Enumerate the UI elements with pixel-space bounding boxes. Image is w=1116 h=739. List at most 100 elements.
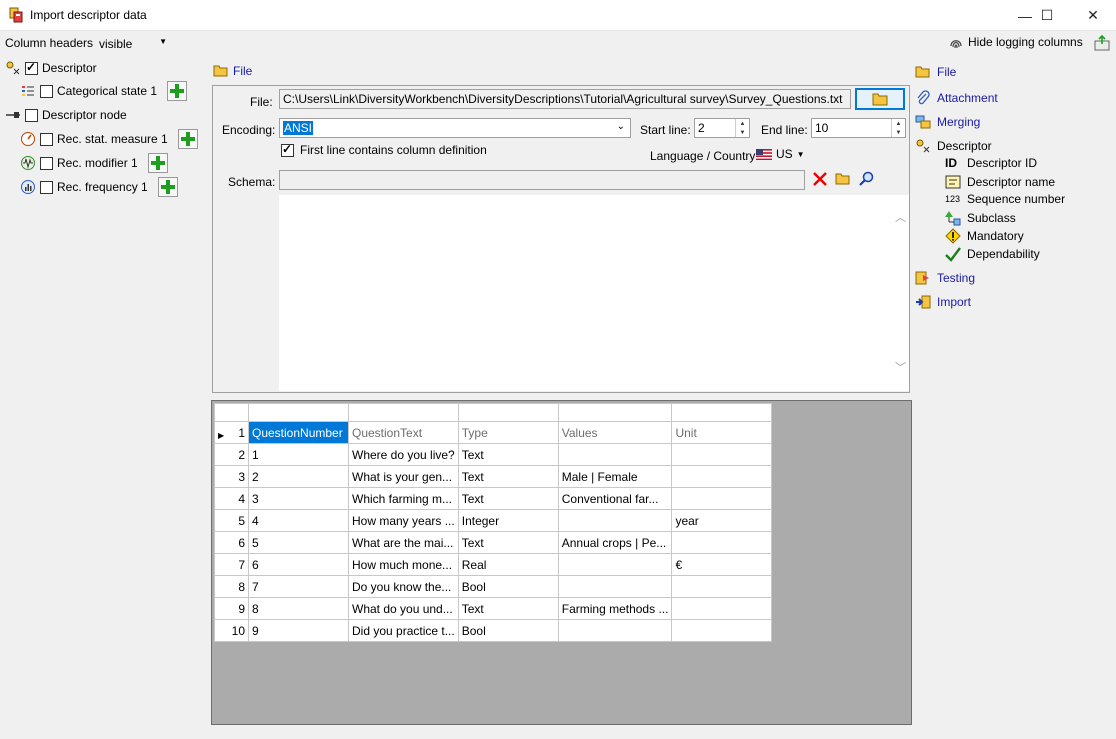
grid-cell[interactable]: 4	[248, 509, 349, 532]
rec-frequency-checkbox[interactable]	[40, 180, 53, 194]
grid-cell[interactable]	[671, 531, 773, 554]
categorical-state-checkbox[interactable]	[40, 84, 53, 98]
data-grid[interactable]: ▶ 1 QuestionNumber QuestionText Type Val…	[214, 403, 773, 642]
grid-cell[interactable]: 8	[248, 597, 349, 620]
descriptor-node-checkbox[interactable]	[25, 108, 38, 122]
close-button[interactable]: ✕	[1070, 0, 1116, 31]
grid-cell-header[interactable]: Values	[557, 421, 673, 444]
nav-testing[interactable]: Testing	[915, 270, 975, 286]
grid-cell[interactable]: Annual crops | Pe...	[557, 531, 673, 554]
table-row[interactable]: 9 8 What do you und... Text Farming methods …	[214, 597, 773, 620]
grid-cell[interactable]: Text	[457, 487, 559, 510]
add-categorical-state-button[interactable]	[167, 81, 188, 101]
grid-cell[interactable]	[671, 443, 773, 466]
tree-item-rec-modifier[interactable]: Rec. modifier 1	[20, 152, 168, 174]
nav-import[interactable]: Import	[915, 294, 971, 310]
grid-cell[interactable]: €	[671, 553, 773, 576]
file-section-header[interactable]: File	[213, 63, 252, 79]
tree-item-categorical-state[interactable]: Categorical state 1	[20, 80, 188, 102]
row-header[interactable]: 6	[214, 531, 249, 554]
schema-scrollbar[interactable]: ︿ ﹀	[892, 195, 909, 391]
grid-cell[interactable]	[557, 509, 673, 532]
grid-cell[interactable]	[557, 619, 673, 642]
browse-file-button[interactable]	[855, 88, 905, 110]
nav-sequence-number[interactable]: 123 Sequence number	[945, 192, 1065, 206]
tree-item-descriptor-node[interactable]: Descriptor node	[5, 104, 127, 126]
descriptor-checkbox[interactable]	[25, 60, 38, 75]
start-line-stepper[interactable]: 2 ▲ ▼	[694, 118, 750, 138]
table-row[interactable]: 3 2 What is your gen... Text Male | Female	[214, 465, 773, 488]
grid-cell[interactable]: Male | Female	[557, 465, 673, 488]
nav-file[interactable]: File	[915, 64, 956, 80]
grid-cell[interactable]: What are the mai...	[348, 531, 459, 554]
row-header[interactable]: 8	[214, 575, 249, 598]
row-header[interactable]: 2	[214, 443, 249, 466]
grid-cell-header[interactable]: QuestionNumber	[248, 421, 349, 444]
rec-modifier-checkbox[interactable]	[40, 156, 53, 170]
grid-cell[interactable]: Text	[457, 531, 559, 554]
nav-descriptor-id[interactable]: ID Descriptor ID	[945, 156, 1037, 170]
open-schema-icon[interactable]	[835, 171, 851, 187]
grid-cell[interactable]	[671, 575, 773, 598]
grid-cell[interactable]	[671, 465, 773, 488]
table-row[interactable]: 6 5 What are the mai... Text Annual crops | …	[214, 531, 773, 554]
end-line-spin[interactable]: ▲ ▼	[891, 119, 905, 137]
scroll-down-icon[interactable]: ﹀	[895, 359, 906, 375]
language-select[interactable]: US ▼	[756, 143, 805, 165]
add-rec-modifier-button[interactable]	[147, 153, 168, 173]
grid-cell[interactable]	[671, 597, 773, 620]
nav-descriptor[interactable]: Descriptor	[915, 138, 992, 154]
table-row[interactable]: 8 7 Do you know the... Bool	[214, 575, 773, 598]
grid-cell[interactable]: Conventional far...	[557, 487, 673, 510]
table-row[interactable]: 10 9 Did you practice t... Bool	[214, 619, 773, 642]
table-row[interactable]: 7 6 How much mone... Real €	[214, 553, 773, 576]
end-line-stepper[interactable]: 10 ▲ ▼	[811, 118, 906, 138]
grid-cell[interactable]	[557, 553, 673, 576]
grid-cell[interactable]: Integer	[457, 509, 559, 532]
file-path-field[interactable]: C:\Users\Link\DiversityWorkbench\Diversi…	[279, 89, 851, 109]
nav-dependability[interactable]: Dependability	[945, 246, 1040, 262]
grid-cell[interactable]	[557, 575, 673, 598]
tree-item-rec-frequency[interactable]: Rec. frequency 1	[20, 176, 178, 198]
add-rec-frequency-button[interactable]	[157, 177, 178, 197]
grid-header-row[interactable]: ▶ 1 QuestionNumber QuestionText Type Val…	[214, 421, 773, 444]
grid-cell[interactable]: 1	[248, 443, 349, 466]
grid-cell[interactable]: 9	[248, 619, 349, 642]
grid-cell-header[interactable]: QuestionText	[348, 421, 459, 444]
column-headers-select[interactable]: visible ▼	[95, 34, 170, 54]
tree-item-rec-stat-measure[interactable]: Rec. stat. measure 1	[20, 128, 198, 150]
row-header[interactable]: 9	[214, 597, 249, 620]
grid-cell[interactable]: Text	[457, 465, 559, 488]
nav-subclass[interactable]: Subclass	[945, 210, 1016, 226]
start-line-spin[interactable]: ▲ ▼	[735, 119, 749, 137]
grid-cell[interactable]: Did you practice t...	[348, 619, 459, 642]
grid-cell-header[interactable]: Type	[457, 421, 559, 444]
grid-cell[interactable]: 7	[248, 575, 349, 598]
grid-cell[interactable]: Bool	[457, 619, 559, 642]
row-header[interactable]: 4	[214, 487, 249, 510]
hide-logging-columns-button[interactable]: Hide logging columns	[948, 34, 1083, 50]
grid-cell[interactable]	[671, 619, 773, 642]
grid-cell[interactable]: Where do you live?	[348, 443, 459, 466]
row-header[interactable]: 7	[214, 553, 249, 576]
grid-cell[interactable]	[557, 443, 673, 466]
grid-cell[interactable]: Which farming m...	[348, 487, 459, 510]
grid-cell-header[interactable]: Unit	[671, 421, 773, 444]
row-header[interactable]: 5	[214, 509, 249, 532]
nav-mandatory[interactable]: Mandatory	[945, 228, 1024, 244]
grid-cell[interactable]	[671, 487, 773, 510]
first-line-option[interactable]: First line contains column definition	[281, 139, 487, 161]
grid-cell[interactable]: Text	[457, 443, 559, 466]
table-row[interactable]: 4 3 Which farming m... Text Conventional far…	[214, 487, 773, 510]
table-row[interactable]: 5 4 How many years ... Integer year	[214, 509, 773, 532]
scroll-up-icon[interactable]: ︿	[895, 209, 906, 225]
grid-cell[interactable]: Do you know the...	[348, 575, 459, 598]
grid-cell[interactable]: 5	[248, 531, 349, 554]
row-header[interactable]: 10	[214, 619, 249, 642]
row-header[interactable]: 3	[214, 465, 249, 488]
grid-cell[interactable]: Real	[457, 553, 559, 576]
row-header[interactable]: ▶ 1	[214, 421, 249, 444]
encoding-select[interactable]: ANSI ⌄	[279, 118, 631, 138]
grid-cell[interactable]: Text	[457, 597, 559, 620]
maximize-button[interactable]: ☐	[1024, 0, 1070, 31]
